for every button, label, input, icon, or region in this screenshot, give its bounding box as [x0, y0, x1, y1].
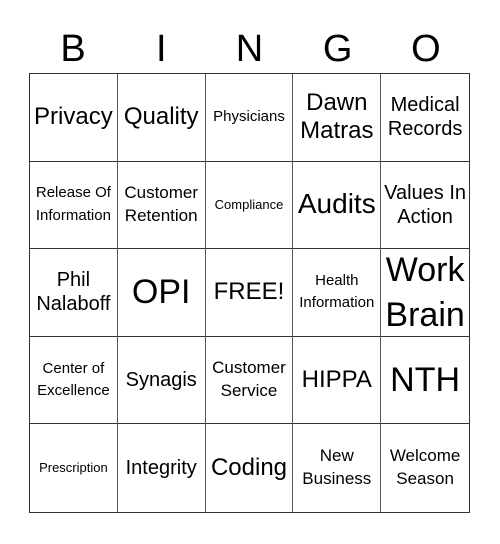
header-letter-n: N	[235, 28, 264, 70]
bingo-header: B I N G O	[29, 26, 470, 72]
bingo-cell[interactable]: Integrity	[118, 424, 206, 512]
bingo-cell[interactable]: Phil Nalaboff	[30, 249, 118, 337]
bingo-cell[interactable]: Coding	[206, 424, 294, 512]
bingo-cell[interactable]: OPI	[117, 249, 206, 337]
bingo-cell[interactable]: Welcome Season	[381, 424, 469, 512]
bingo-cell[interactable]: NTH	[381, 337, 469, 425]
bingo-cell[interactable]: Values In Action	[381, 162, 469, 250]
bingo-cell[interactable]: Medical Records	[381, 74, 469, 162]
bingo-grid: Privacy Quality Physicians Dawn Matras M…	[29, 73, 470, 513]
bingo-cell[interactable]: Health Information	[293, 249, 382, 337]
header-letter-o: O	[411, 28, 441, 70]
bingo-cell[interactable]: HIPPA	[293, 336, 382, 425]
header-letter-i: I	[156, 28, 167, 70]
bingo-cell[interactable]: Dawn Matras	[293, 74, 382, 162]
bingo-cell[interactable]: Audits	[293, 161, 382, 250]
header-letter-b: B	[60, 28, 86, 70]
header-letter-g: G	[322, 28, 353, 70]
bingo-cell[interactable]: Customer Service	[205, 336, 294, 425]
bingo-cell[interactable]: Prescription	[30, 424, 118, 512]
bingo-cell[interactable]: Synagis	[117, 336, 206, 425]
bingo-cell[interactable]: Compliance	[205, 161, 294, 250]
bingo-cell[interactable]: Customer Retention	[117, 161, 206, 250]
bingo-cell[interactable]: New Business	[293, 424, 382, 512]
bingo-cell[interactable]: Release Of Information	[30, 161, 118, 250]
bingo-cell[interactable]: Privacy	[30, 74, 118, 162]
free-space[interactable]: FREE!	[205, 249, 294, 337]
bingo-cell[interactable]: Physicians	[205, 74, 294, 162]
bingo-cell[interactable]: Quality	[117, 74, 206, 162]
bingo-cell[interactable]: Center of Excellence	[30, 336, 118, 425]
bingo-cell[interactable]: Work Brain	[381, 249, 469, 337]
